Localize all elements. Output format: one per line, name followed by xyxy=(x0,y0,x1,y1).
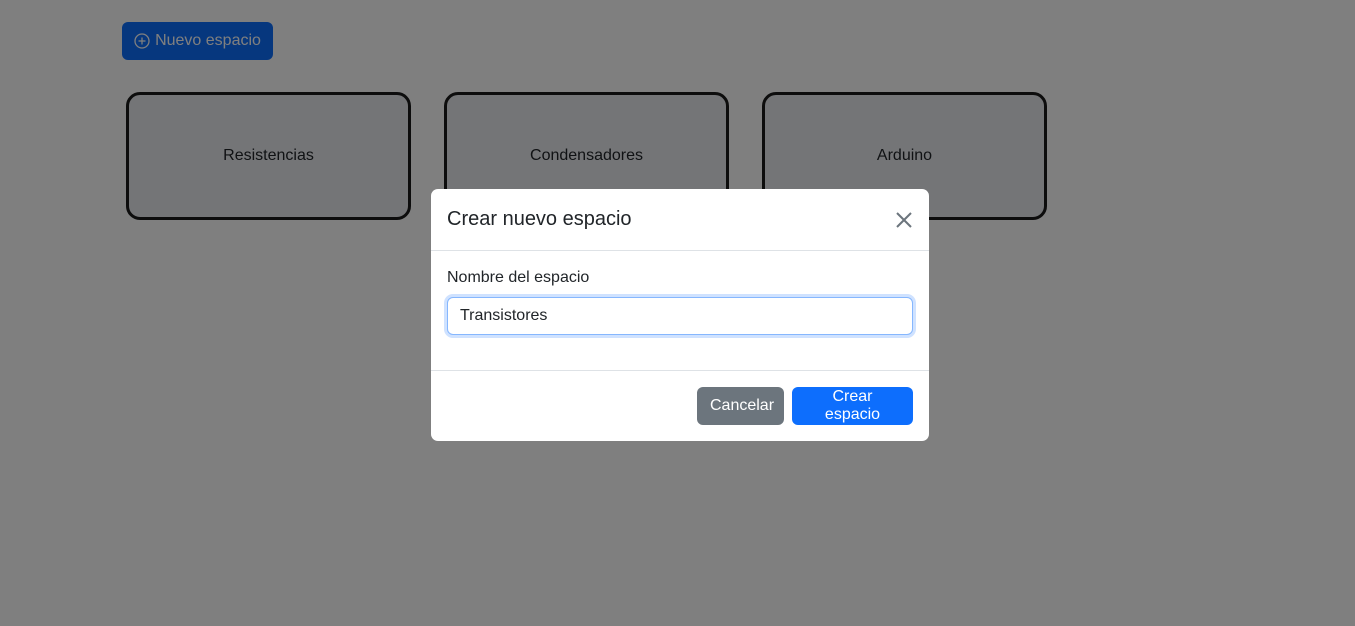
modal-header: Crear nuevo espacio xyxy=(431,189,929,251)
create-space-modal: Crear nuevo espacio Nombre del espacio C… xyxy=(431,189,929,441)
page: Nuevo espacio Resistencias Condensadores… xyxy=(0,0,1355,626)
create-space-button[interactable]: Crear espacio xyxy=(792,387,913,425)
modal-body: Nombre del espacio xyxy=(431,251,929,370)
cancel-button[interactable]: Cancelar xyxy=(697,387,784,425)
modal-title: Crear nuevo espacio xyxy=(447,208,632,230)
space-name-label: Nombre del espacio xyxy=(447,269,590,286)
space-name-input[interactable] xyxy=(447,297,913,335)
modal-footer: Cancelar Crear espacio xyxy=(431,370,929,441)
close-icon[interactable] xyxy=(893,209,915,231)
